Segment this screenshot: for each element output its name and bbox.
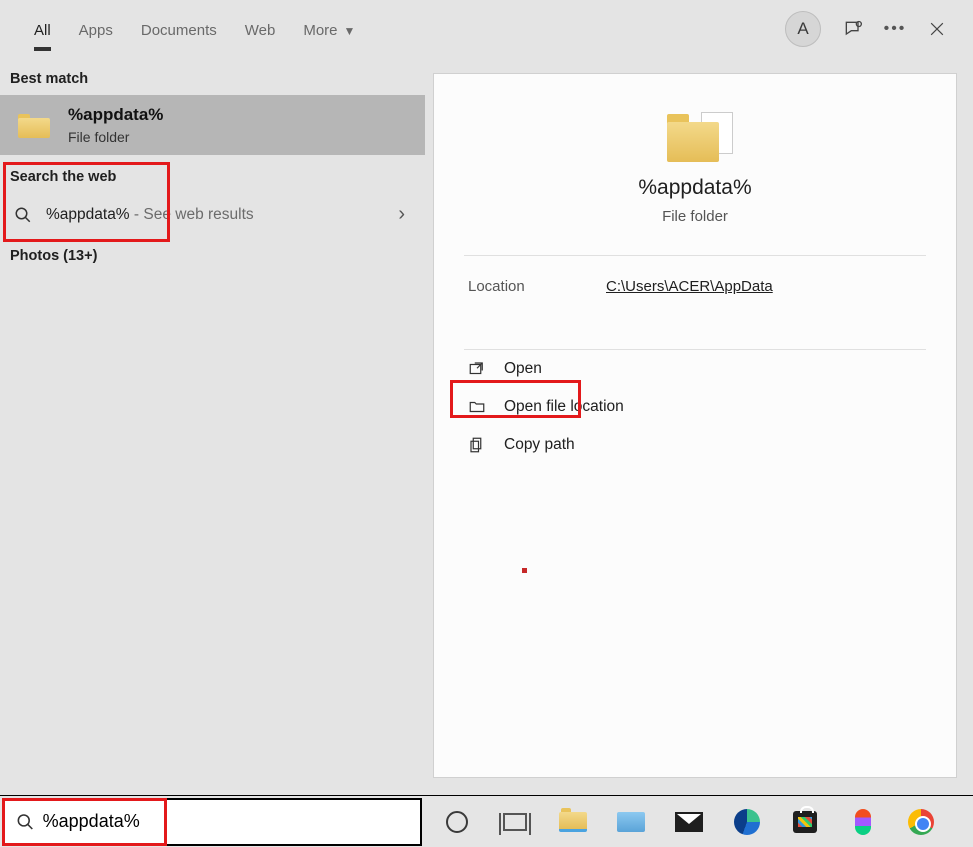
folder-icon: [665, 112, 725, 164]
monitor-app-icon[interactable]: [616, 807, 646, 837]
preview-subtitle: File folder: [434, 208, 956, 225]
open-file-location-action[interactable]: Open file location: [454, 388, 936, 426]
folder-open-icon: [468, 398, 486, 416]
user-avatar[interactable]: A: [785, 11, 821, 47]
tab-more[interactable]: More▼: [289, 5, 369, 53]
cortana-icon[interactable]: [442, 807, 472, 837]
best-match-subtitle: File folder: [68, 129, 163, 145]
chevron-right-icon: ›: [398, 203, 405, 226]
file-explorer-icon[interactable]: [558, 807, 588, 837]
best-match-title: %appdata%: [68, 105, 163, 125]
copy-path-action[interactable]: Copy path: [454, 426, 936, 464]
feedback-icon[interactable]: [843, 19, 863, 39]
location-label: Location: [468, 278, 606, 295]
preview-pane: %appdata% File folder Location C:\Users\…: [433, 73, 957, 778]
annotation-dot: [522, 568, 527, 573]
task-view-icon[interactable]: [500, 807, 530, 837]
search-icon: [14, 206, 32, 224]
web-heading: Search the web: [0, 155, 425, 193]
mail-icon[interactable]: [674, 807, 704, 837]
open-label: Open: [504, 360, 542, 378]
close-icon[interactable]: [927, 19, 947, 39]
edge-icon[interactable]: [732, 807, 762, 837]
chrome-icon[interactable]: [906, 807, 936, 837]
photos-heading[interactable]: Photos (13+): [0, 236, 425, 272]
chevron-down-icon: ▼: [344, 24, 356, 38]
open-action[interactable]: Open: [454, 350, 936, 388]
search-input[interactable]: [43, 811, 408, 832]
taskbar: [0, 795, 973, 847]
tab-all[interactable]: All: [20, 5, 65, 53]
more-options-icon[interactable]: •••: [885, 19, 905, 39]
web-search-result[interactable]: %appdata% - See web results ›: [0, 193, 425, 236]
results-pane: Best match %appdata% File folder Search …: [0, 57, 425, 795]
copy-path-label: Copy path: [504, 436, 575, 454]
figma-icon[interactable]: [848, 807, 878, 837]
web-suffix: - See web results: [130, 206, 254, 223]
ms-store-icon[interactable]: [790, 807, 820, 837]
open-icon: [468, 360, 486, 378]
search-header: All Apps Documents Web More▼ A •••: [0, 0, 973, 57]
copy-icon: [468, 436, 486, 454]
filter-tabs: All Apps Documents Web More▼: [8, 5, 369, 53]
preview-title: %appdata%: [434, 176, 956, 200]
folder-icon: [18, 112, 50, 138]
tab-apps[interactable]: Apps: [65, 5, 127, 53]
taskbar-tray: [422, 807, 936, 837]
preview-pane-wrap: %appdata% File folder Location C:\Users\…: [425, 57, 973, 795]
tab-documents[interactable]: Documents: [127, 5, 231, 53]
web-term: %appdata%: [46, 206, 130, 223]
tab-web[interactable]: Web: [231, 5, 290, 53]
taskbar-search[interactable]: [2, 798, 422, 846]
open-file-location-label: Open file location: [504, 398, 624, 416]
search-icon: [16, 812, 35, 832]
location-value[interactable]: C:\Users\ACER\AppData: [606, 278, 773, 295]
best-match-heading: Best match: [0, 57, 425, 95]
best-match-result[interactable]: %appdata% File folder: [0, 95, 425, 155]
